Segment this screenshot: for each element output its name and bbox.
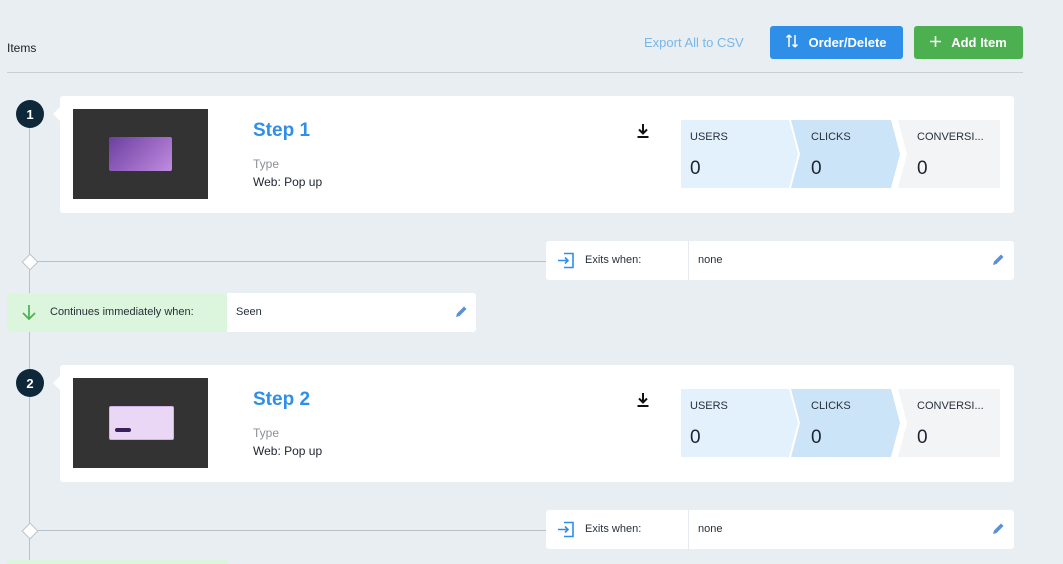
- exits-when-row: Exits when: none: [546, 510, 1014, 549]
- continues-when-badge: Continues immediately when:: [7, 293, 227, 332]
- users-metric: USERS 0: [681, 389, 798, 457]
- connector-line: [38, 530, 546, 531]
- continues-when-value: Seen: [236, 306, 262, 318]
- step-title-link[interactable]: Step 1: [253, 120, 310, 142]
- continues-when-row: Continues immediately when: Seen: [7, 293, 476, 332]
- exit-icon: [557, 252, 575, 269]
- export-all-csv-link[interactable]: Export All to CSV: [644, 35, 744, 51]
- conversions-metric-label: CONVERSI...: [917, 131, 984, 143]
- step-thumbnail[interactable]: [73, 378, 208, 468]
- exit-icon: [557, 521, 575, 538]
- order-delete-label: Order/Delete: [808, 35, 887, 50]
- download-icon[interactable]: [636, 392, 650, 408]
- header-divider: [7, 72, 1023, 73]
- continues-when-label: Continues immediately when:: [50, 306, 194, 318]
- conversions-metric-value: 0: [917, 158, 928, 179]
- clicks-metric-label: CLICKS: [811, 131, 851, 143]
- type-value: Web: Pop up: [253, 175, 323, 189]
- edit-exits-pencil-icon[interactable]: [991, 253, 1005, 267]
- edit-continues-pencil-icon[interactable]: [454, 305, 468, 319]
- clicks-metric: CLICKS 0: [791, 120, 900, 188]
- clicks-metric-label: CLICKS: [811, 400, 851, 412]
- items-heading: Items: [7, 41, 37, 55]
- timeline-diamond: [21, 522, 39, 540]
- conversions-metric-label: CONVERSI...: [917, 400, 984, 412]
- step-number-badge: 2: [16, 369, 44, 397]
- exits-when-label: Exits when:: [585, 254, 642, 266]
- continues-when-row-partial: [7, 560, 227, 564]
- timeline-diamond: [21, 253, 39, 271]
- exits-divider: [688, 241, 689, 280]
- step-card: Step 2 Type Web: Pop up USERS 0 CLICKS 0…: [53, 365, 1014, 482]
- clicks-metric-value: 0: [811, 427, 822, 448]
- edit-exits-pencil-icon[interactable]: [991, 522, 1005, 536]
- exits-when-value: none: [698, 523, 723, 535]
- plus-icon: [930, 34, 942, 51]
- order-delete-button[interactable]: Order/Delete: [770, 26, 903, 59]
- users-metric: USERS 0: [681, 120, 798, 188]
- step-thumbnail[interactable]: [73, 109, 208, 199]
- timeline-line: [29, 114, 30, 564]
- add-item-button[interactable]: Add Item: [914, 26, 1023, 59]
- users-metric-value: 0: [690, 158, 701, 179]
- exits-when-value: none: [698, 254, 723, 266]
- conversions-metric-value: 0: [917, 427, 928, 448]
- conversions-metric: CONVERSI... 0: [898, 120, 1000, 188]
- sort-arrows-icon: [786, 33, 799, 52]
- arrow-down-icon: [21, 304, 37, 321]
- users-metric-value: 0: [690, 427, 701, 448]
- users-metric-label: USERS: [690, 400, 728, 412]
- clicks-metric-value: 0: [811, 158, 822, 179]
- users-metric-label: USERS: [690, 131, 728, 143]
- type-label: Type: [253, 157, 280, 171]
- connector-line: [38, 261, 546, 262]
- add-item-label: Add Item: [951, 35, 1007, 50]
- step-title-link[interactable]: Step 2: [253, 389, 310, 411]
- download-icon[interactable]: [636, 123, 650, 139]
- metrics-panel: USERS 0 CLICKS 0 CONVERSI... 0: [681, 120, 1000, 188]
- conversions-metric: CONVERSI... 0: [898, 389, 1000, 457]
- type-label: Type: [253, 426, 280, 440]
- clicks-metric: CLICKS 0: [791, 389, 900, 457]
- type-value: Web: Pop up: [253, 444, 323, 458]
- exits-when-label: Exits when:: [585, 523, 642, 535]
- metrics-panel: USERS 0 CLICKS 0 CONVERSI... 0: [681, 389, 1000, 457]
- step-number-badge: 1: [16, 100, 44, 128]
- exits-when-row: Exits when: none: [546, 241, 1014, 280]
- exits-divider: [688, 510, 689, 549]
- step-card: Step 1 Type Web: Pop up USERS 0 CLICKS 0…: [53, 96, 1014, 213]
